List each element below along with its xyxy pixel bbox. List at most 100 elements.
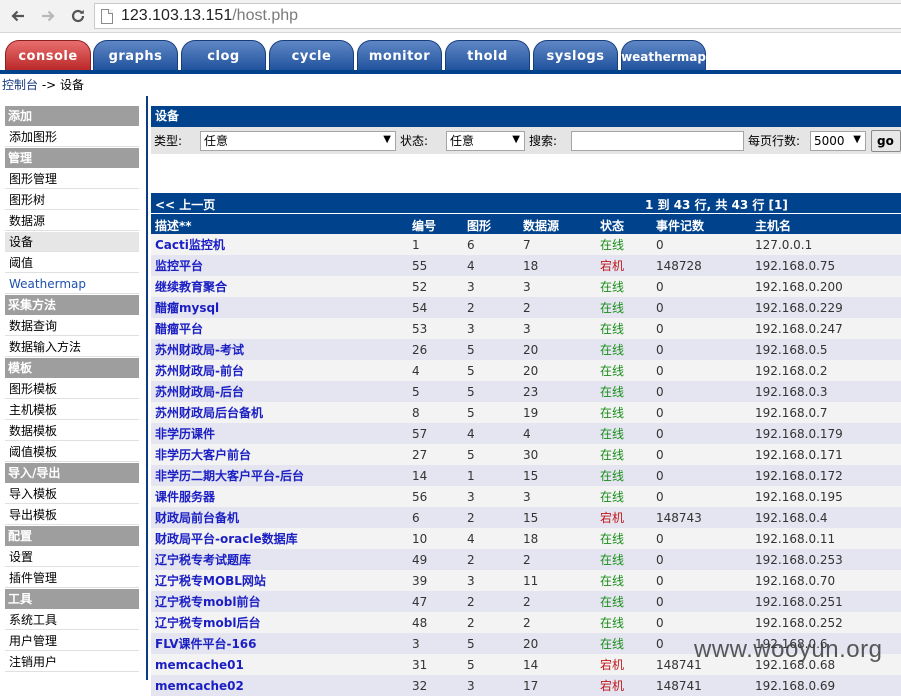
tab-monitor[interactable]: monitor bbox=[357, 40, 442, 72]
device-description-link[interactable]: 辽宁税专mobl前台 bbox=[151, 591, 412, 612]
table-row[interactable]: 苏州财政局-前台 4 5 20 在线 0 192.168.0.2 bbox=[151, 360, 901, 381]
device-description-link[interactable]: 辽宁税专考试题库 bbox=[151, 549, 412, 570]
sidebar-item[interactable]: 设备 bbox=[5, 232, 139, 252]
breadcrumb-console-link[interactable]: 控制台 bbox=[2, 78, 38, 92]
device-status: 在线 bbox=[600, 318, 656, 339]
device-hostname: 192.168.0.70 bbox=[755, 570, 901, 591]
go-button[interactable]: go bbox=[870, 129, 901, 152]
table-row[interactable]: 辽宁税专mobl前台 47 2 2 在线 0 192.168.0.251 bbox=[151, 591, 901, 612]
tab-graphs[interactable]: graphs bbox=[93, 40, 178, 72]
table-row[interactable]: 苏州财政局后台备机 8 5 19 在线 0 192.168.0.7 bbox=[151, 402, 901, 423]
forward-arrow-icon[interactable] bbox=[36, 4, 60, 28]
device-hostname: 192.168.0.200 bbox=[755, 276, 901, 297]
table-row[interactable]: 财政局平台-oracle数据库 10 4 18 在线 0 192.168.0.11 bbox=[151, 528, 901, 549]
table-row[interactable]: memcache02 32 3 17 宕机 148741 192.168.0.69 bbox=[151, 675, 901, 696]
table-row[interactable]: 辽宁税专mobl后台 48 2 2 在线 0 192.168.0.252 bbox=[151, 612, 901, 633]
table-row[interactable]: 继续教育聚合 52 3 3 在线 0 192.168.0.200 bbox=[151, 276, 901, 297]
device-description-link[interactable]: memcache02 bbox=[151, 675, 412, 696]
rows-per-page-select[interactable]: 5000 ▼ bbox=[810, 130, 866, 151]
device-description-link[interactable]: 监控平台 bbox=[151, 255, 412, 276]
sidebar-item[interactable]: 主机模板 bbox=[5, 400, 139, 420]
sidebar-item[interactable]: 数据模板 bbox=[5, 421, 139, 441]
device-id: 26 bbox=[412, 339, 467, 360]
sidebar-item[interactable]: 数据输入方法 bbox=[5, 337, 139, 357]
column-header-description[interactable]: 描述** bbox=[155, 217, 192, 234]
sidebar-item[interactable]: 图形模板 bbox=[5, 379, 139, 399]
sidebar-item[interactable]: 导出模板 bbox=[5, 505, 139, 525]
table-row[interactable]: 非学历二期大客户平台-后台 14 1 15 在线 0 192.168.0.172 bbox=[151, 465, 901, 486]
reload-icon[interactable] bbox=[66, 4, 90, 28]
sidebar-item[interactable]: 添加图形 bbox=[5, 127, 139, 147]
column-header-data-sources[interactable]: 数据源 bbox=[523, 217, 559, 234]
sidebar-item[interactable]: 注销用户 bbox=[5, 652, 139, 672]
sidebar-item[interactable]: 插件管理 bbox=[5, 568, 139, 588]
table-row[interactable]: 非学历大客户前台 27 5 30 在线 0 192.168.0.171 bbox=[151, 444, 901, 465]
tab-console[interactable]: console bbox=[5, 40, 91, 72]
device-event-count: 0 bbox=[656, 528, 755, 549]
tab-weathermap[interactable]: weathermap bbox=[621, 40, 706, 72]
column-header-event-count[interactable]: 事件记数 bbox=[656, 217, 704, 234]
device-description-link[interactable]: 非学历大客户前台 bbox=[151, 444, 412, 465]
sidebar-section-header: 工具 bbox=[5, 589, 139, 609]
back-arrow-icon[interactable] bbox=[6, 4, 30, 28]
tab-clog[interactable]: clog bbox=[181, 40, 266, 72]
table-row[interactable]: 课件服务器 56 3 3 在线 0 192.168.0.195 bbox=[151, 486, 901, 507]
sidebar-item[interactable]: 导入模板 bbox=[5, 484, 139, 504]
sidebar-item[interactable]: 数据源 bbox=[5, 211, 139, 231]
device-description-link[interactable]: 非学历课件 bbox=[151, 423, 412, 444]
device-graph-count: 5 bbox=[467, 381, 523, 402]
device-description-link[interactable]: memcache01 bbox=[151, 654, 412, 675]
sidebar-item[interactable]: 图形管理 bbox=[5, 169, 139, 189]
page-range-text: 1 到 43 行, 共 43 行 [1] bbox=[645, 198, 788, 212]
table-row[interactable]: 非学历课件 57 4 4 在线 0 192.168.0.179 bbox=[151, 423, 901, 444]
table-row[interactable]: 财政局前台备机 6 2 15 宕机 148743 192.168.0.4 bbox=[151, 507, 901, 528]
device-id: 8 bbox=[412, 402, 467, 423]
column-header-status[interactable]: 状态 bbox=[600, 217, 624, 234]
sidebar-item[interactable]: Weathermap bbox=[5, 274, 139, 294]
table-row[interactable]: 监控平台 55 4 18 宕机 148728 192.168.0.75 bbox=[151, 255, 901, 276]
column-header-id[interactable]: 编号 bbox=[412, 217, 436, 234]
device-description-link[interactable]: 苏州财政局后台备机 bbox=[151, 402, 412, 423]
search-input[interactable] bbox=[571, 130, 744, 151]
device-description-link[interactable]: 辽宁税专mobl后台 bbox=[151, 612, 412, 633]
sidebar-item[interactable]: 系统工具 bbox=[5, 610, 139, 630]
previous-page-link[interactable]: << 上一页 bbox=[155, 196, 215, 213]
tab-cycle[interactable]: cycle bbox=[269, 40, 354, 72]
device-description-link[interactable]: 苏州财政局-考试 bbox=[151, 339, 412, 360]
column-header-graphs[interactable]: 图形 bbox=[467, 217, 491, 234]
sidebar-item[interactable]: 用户管理 bbox=[5, 631, 139, 651]
sidebar-item[interactable]: 阈值模板 bbox=[5, 442, 139, 462]
device-description-link[interactable]: 财政局平台-oracle数据库 bbox=[151, 528, 412, 549]
device-graph-count: 2 bbox=[467, 591, 523, 612]
device-description-link[interactable]: FLV课件平台-166 bbox=[151, 633, 412, 654]
device-description-link[interactable]: 苏州财政局-后台 bbox=[151, 381, 412, 402]
column-header-hostname[interactable]: 主机名 bbox=[755, 217, 791, 234]
table-row[interactable]: 醋瘤mysql 54 2 2 在线 0 192.168.0.229 bbox=[151, 297, 901, 318]
sidebar-item[interactable]: 图形树 bbox=[5, 190, 139, 210]
device-description-link[interactable]: 财政局前台备机 bbox=[151, 507, 412, 528]
type-select[interactable]: 任意 ▼ bbox=[200, 130, 396, 151]
device-id: 54 bbox=[412, 297, 467, 318]
table-row[interactable]: 辽宁税专MOBL网站 39 3 11 在线 0 192.168.0.70 bbox=[151, 570, 901, 591]
sidebar-item[interactable]: 数据查询 bbox=[5, 316, 139, 336]
device-description-link[interactable]: 继续教育聚合 bbox=[151, 276, 412, 297]
device-description-link[interactable]: 辽宁税专MOBL网站 bbox=[151, 570, 412, 591]
address-bar[interactable]: 123.103.13.151/host.php bbox=[94, 3, 901, 29]
tab-thold[interactable]: thold bbox=[445, 40, 530, 72]
tab-syslogs[interactable]: syslogs bbox=[533, 40, 618, 72]
table-row[interactable]: 苏州财政局-后台 5 5 23 在线 0 192.168.0.3 bbox=[151, 381, 901, 402]
device-description-link[interactable]: 醋瘤平台 bbox=[151, 318, 412, 339]
device-description-link[interactable]: 苏州财政局-前台 bbox=[151, 360, 412, 381]
sidebar-item[interactable]: 阈值 bbox=[5, 253, 139, 273]
device-description-link[interactable]: 非学历二期大客户平台-后台 bbox=[151, 465, 412, 486]
sidebar-section-header: 采集方法 bbox=[5, 295, 139, 315]
device-description-link[interactable]: Cacti监控机 bbox=[151, 234, 412, 255]
device-description-link[interactable]: 课件服务器 bbox=[151, 486, 412, 507]
table-row[interactable]: Cacti监控机 1 6 7 在线 0 127.0.0.1 bbox=[151, 234, 901, 255]
table-row[interactable]: 苏州财政局-考试 26 5 20 在线 0 192.168.0.5 bbox=[151, 339, 901, 360]
status-select[interactable]: 任意 ▼ bbox=[446, 130, 525, 151]
device-description-link[interactable]: 醋瘤mysql bbox=[151, 297, 412, 318]
table-row[interactable]: 辽宁税专考试题库 49 2 2 在线 0 192.168.0.253 bbox=[151, 549, 901, 570]
table-row[interactable]: 醋瘤平台 53 3 3 在线 0 192.168.0.247 bbox=[151, 318, 901, 339]
sidebar-item[interactable]: 设置 bbox=[5, 547, 139, 567]
